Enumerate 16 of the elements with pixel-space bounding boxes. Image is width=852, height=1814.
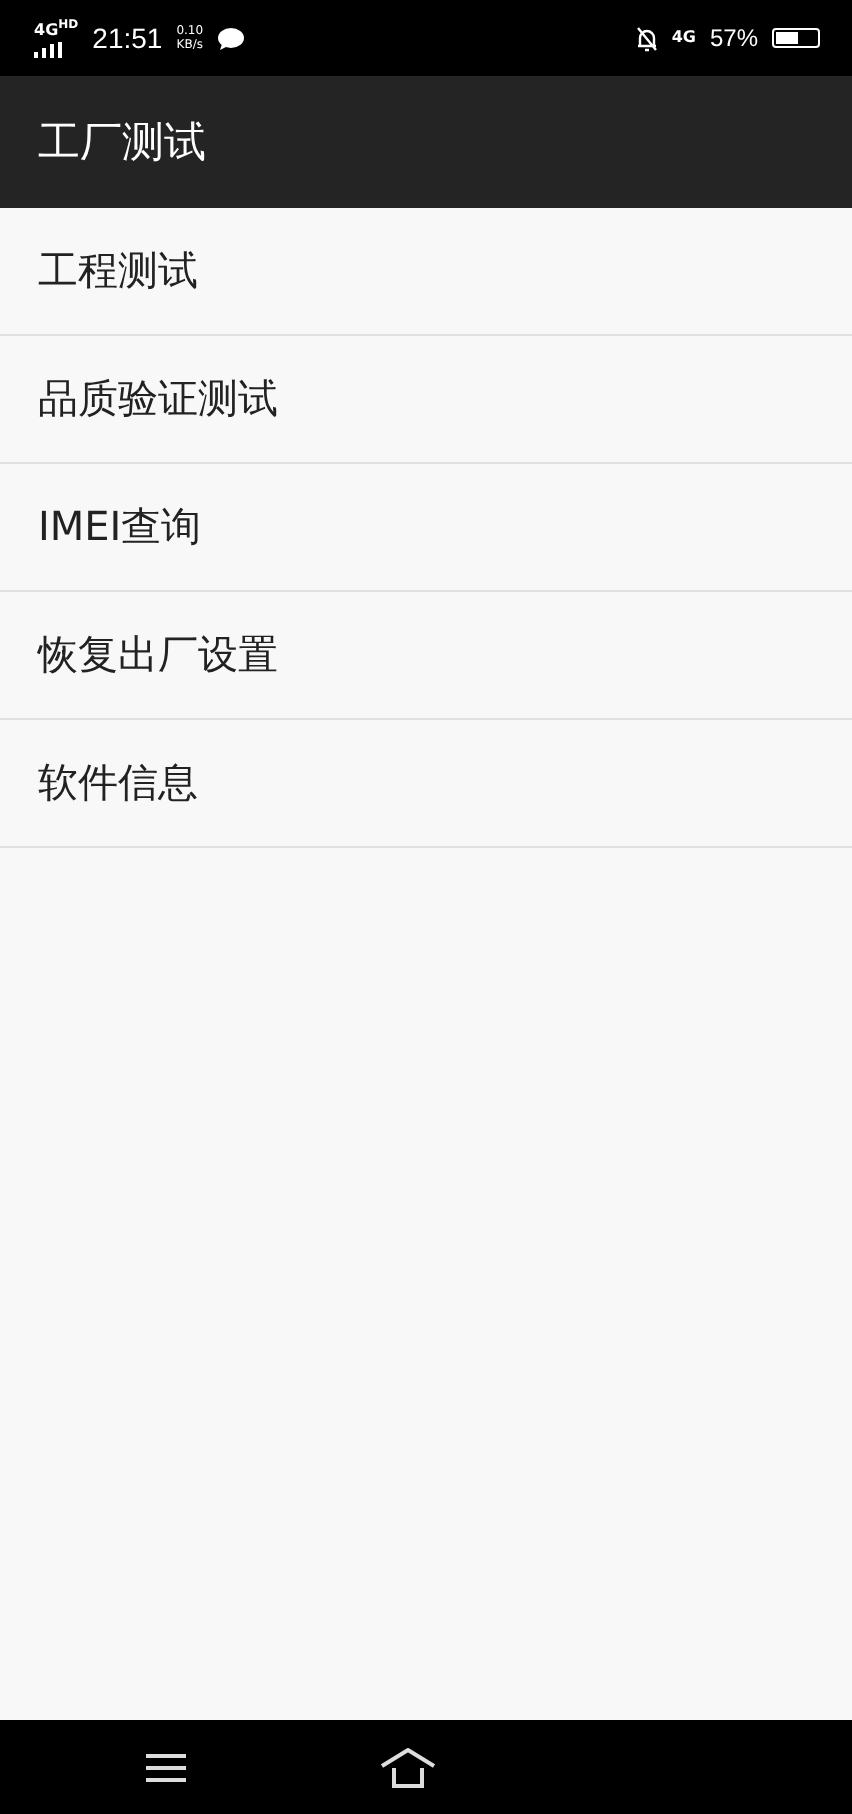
menu-item[interactable]: IMEI查询 (0, 464, 852, 592)
menu-item[interactable]: 工程测试 (0, 208, 852, 336)
menu-icon[interactable] (144, 1751, 188, 1783)
menu-item[interactable]: 恢复出厂设置 (0, 592, 852, 720)
network-label: 4G (671, 30, 696, 46)
app-title: 工厂测试 (38, 116, 206, 170)
home-icon[interactable] (380, 1747, 436, 1787)
network-label: 4G$^{HD}$ (34, 18, 79, 40)
battery-icon (772, 28, 820, 48)
menu-item[interactable]: 品质验证测试 (0, 336, 852, 464)
battery-percent: 57% (709, 24, 758, 52)
clock: 21:51 (92, 22, 163, 54)
chat-bubble-icon (217, 27, 244, 49)
menu-item[interactable]: 软件信息 (0, 720, 852, 848)
signal-icon (34, 41, 62, 58)
bell-off-icon (635, 25, 658, 51)
